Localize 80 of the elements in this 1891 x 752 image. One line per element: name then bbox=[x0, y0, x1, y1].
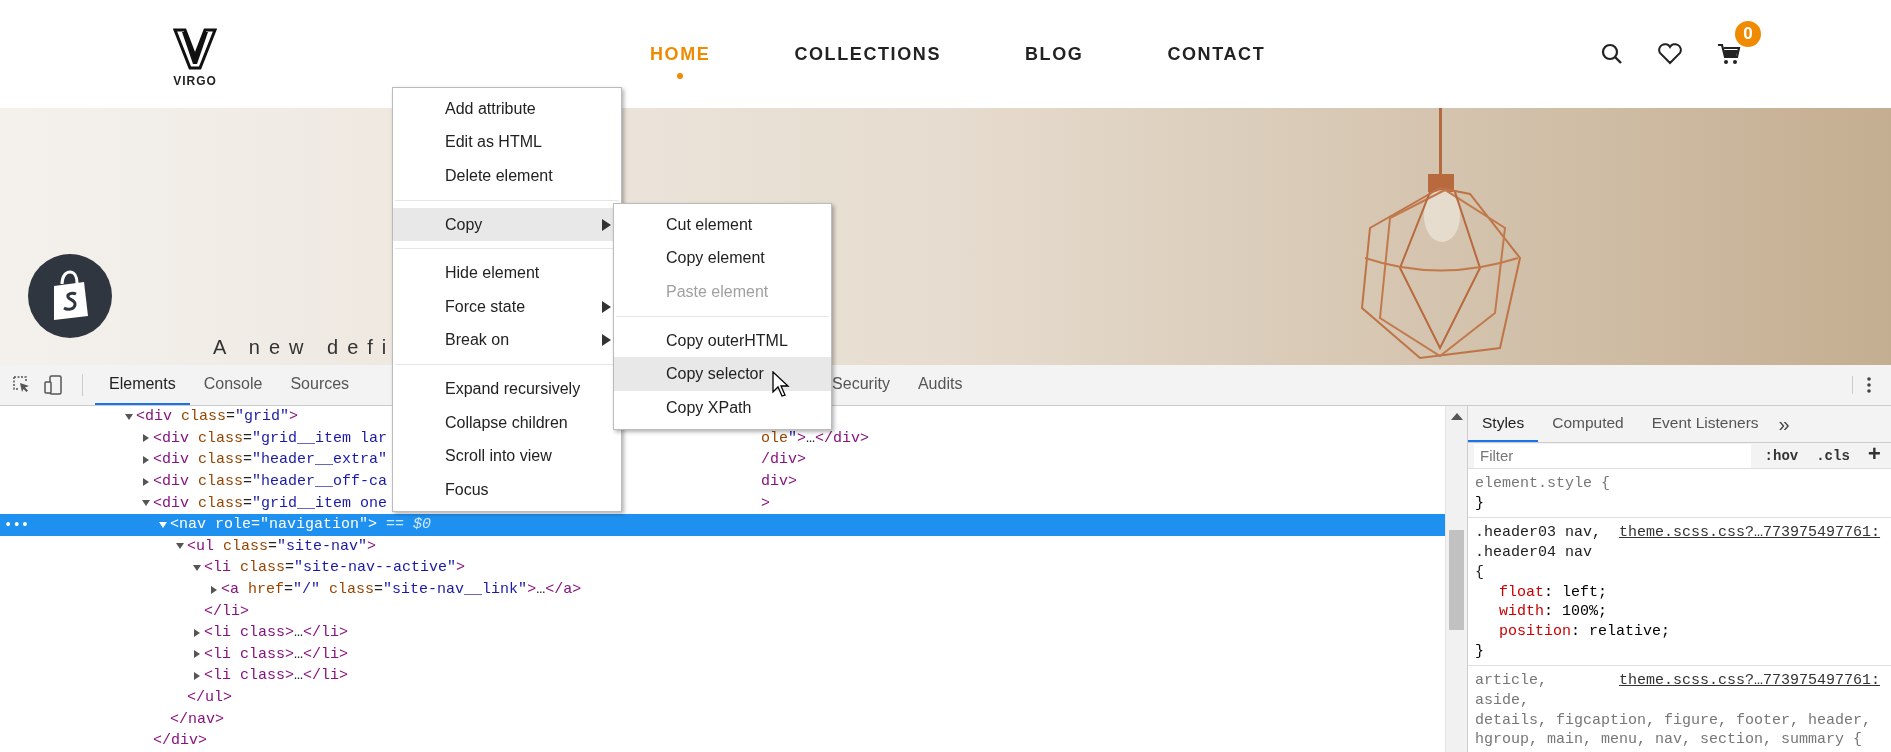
scrollbar[interactable] bbox=[1445, 406, 1467, 752]
collapsed-arrow-icon[interactable] bbox=[192, 670, 202, 681]
expanded-arrow-icon[interactable] bbox=[124, 411, 134, 422]
dom-node-text: <ul class="site-nav"> bbox=[187, 537, 377, 555]
logo-text: VIRGO bbox=[173, 74, 217, 88]
css-selector: .header04 nav bbox=[1475, 543, 1594, 563]
css-selector: hgroup, main, menu, nav, section, summary { bbox=[1475, 730, 1863, 751]
dom-node-text: <nav role="navigation"> == $0 bbox=[170, 516, 432, 534]
search-icon[interactable] bbox=[1601, 43, 1623, 65]
collapsed-arrow-icon[interactable] bbox=[192, 649, 202, 660]
collapsed-arrow-icon[interactable] bbox=[192, 627, 202, 638]
collapsed-arrow-icon[interactable] bbox=[209, 584, 219, 595]
menu-item[interactable]: Copy outerHTML bbox=[614, 323, 831, 358]
menu-item[interactable]: Copy selector bbox=[614, 357, 831, 391]
cursor-icon bbox=[772, 371, 790, 397]
css-selector: aside, bbox=[1475, 691, 1530, 711]
dom-node-text: <li class>…</li> bbox=[204, 667, 349, 685]
source-link[interactable]: theme.scss.css?…773975497761: bbox=[1619, 671, 1881, 692]
devtools-tab[interactable]: Console bbox=[189, 365, 277, 405]
css-selector: details, figcaption, figure, footer, header, bbox=[1475, 710, 1872, 731]
expanded-arrow-icon[interactable] bbox=[192, 562, 202, 573]
nav-link[interactable]: CONTACT bbox=[1167, 29, 1266, 79]
toolbar-toggle[interactable]: + bbox=[1863, 443, 1885, 468]
more-tabs-button[interactable]: » bbox=[1772, 412, 1796, 436]
css-declaration: width: 100%; bbox=[1498, 602, 1609, 622]
dom-node-text: > bbox=[761, 494, 770, 512]
menu-item[interactable]: Focus bbox=[393, 472, 621, 507]
dom-node-text: ole">…</div> bbox=[761, 429, 870, 447]
menu-item[interactable]: Edit as HTML bbox=[393, 125, 621, 160]
hero-tagline: A new defi bbox=[213, 336, 396, 359]
menu-item[interactable]: Add attribute bbox=[393, 92, 621, 126]
css-selector: .header03 nav, bbox=[1475, 523, 1603, 544]
dom-node-text: <li class>…</li> bbox=[204, 645, 349, 663]
nav-link[interactable]: COLLECTIONS bbox=[794, 29, 941, 79]
dom-node-text: <a href="/" class="site-nav__link">…</a> bbox=[221, 581, 582, 599]
css-selector: element.style { bbox=[1475, 474, 1612, 494]
collapsed-arrow-icon[interactable] bbox=[141, 433, 151, 444]
styles-tab[interactable]: Computed bbox=[1538, 406, 1638, 442]
dom-close-tag: </nav> bbox=[170, 710, 225, 728]
dom-node-text: <div class="header__off-ca bbox=[153, 473, 388, 491]
heart-icon[interactable] bbox=[1657, 43, 1683, 65]
dom-close-tag: </li> bbox=[204, 602, 250, 620]
cart-icon[interactable] bbox=[1717, 43, 1741, 65]
closing-brace: } bbox=[1475, 641, 1485, 662]
css-selector: article, bbox=[1475, 671, 1548, 692]
css-selector: { bbox=[1475, 562, 1485, 583]
scroll-thumb[interactable] bbox=[1449, 530, 1464, 630]
toolbar-toggle[interactable]: .cls bbox=[1812, 447, 1854, 464]
shopping-bag-logo-icon bbox=[28, 254, 112, 338]
dom-close-tag: </ul> bbox=[187, 689, 233, 706]
menu-item[interactable]: Scroll into view bbox=[393, 439, 621, 473]
collapsed-arrow-icon[interactable] bbox=[141, 455, 151, 465]
dom-node-text: <div class="header__extra" bbox=[153, 451, 388, 469]
device-icon[interactable] bbox=[44, 375, 64, 395]
devtools-tab[interactable]: Audits bbox=[903, 365, 977, 405]
collapsed-arrow-icon[interactable] bbox=[141, 476, 151, 487]
scroll-up-icon[interactable] bbox=[1450, 412, 1463, 420]
dom-node-text: <li class="site-nav--active"> bbox=[204, 559, 466, 577]
dom-node-text: <div class="grid__item one bbox=[153, 494, 388, 512]
dom-close-tag: </div> bbox=[153, 732, 208, 750]
css-declaration: float: left; bbox=[1498, 582, 1609, 603]
devtools-tab[interactable]: Sources bbox=[276, 365, 364, 405]
cart-count-badge: 0 bbox=[1735, 21, 1761, 47]
dom-node-text: div> bbox=[761, 473, 797, 491]
devtools-tab[interactable]: Elements bbox=[95, 365, 190, 405]
styles-tab[interactable]: Event Listeners bbox=[1637, 406, 1773, 442]
filter-field[interactable]: Filter bbox=[1474, 443, 1751, 468]
toolbar-toggle[interactable]: :hov bbox=[1760, 447, 1803, 464]
menu-item[interactable]: Delete element bbox=[393, 159, 621, 193]
expanded-arrow-icon[interactable] bbox=[158, 519, 168, 530]
dom-node-text: /div> bbox=[761, 451, 806, 469]
dom-node-text: <li class>…</li> bbox=[204, 624, 349, 642]
logo-icon bbox=[173, 28, 217, 70]
source-link[interactable]: theme.scss.css?…773975497761: bbox=[1619, 523, 1881, 544]
dom-node-text: <div class="grid"> bbox=[136, 408, 299, 426]
menu-item[interactable]: Copy element bbox=[614, 241, 831, 276]
dom-node-text: <div class="grid__item lar bbox=[153, 429, 388, 447]
nav-link[interactable]: BLOG bbox=[1025, 29, 1084, 79]
closing-brace: } bbox=[1475, 493, 1485, 514]
css-declaration: position: relative; bbox=[1498, 621, 1672, 642]
